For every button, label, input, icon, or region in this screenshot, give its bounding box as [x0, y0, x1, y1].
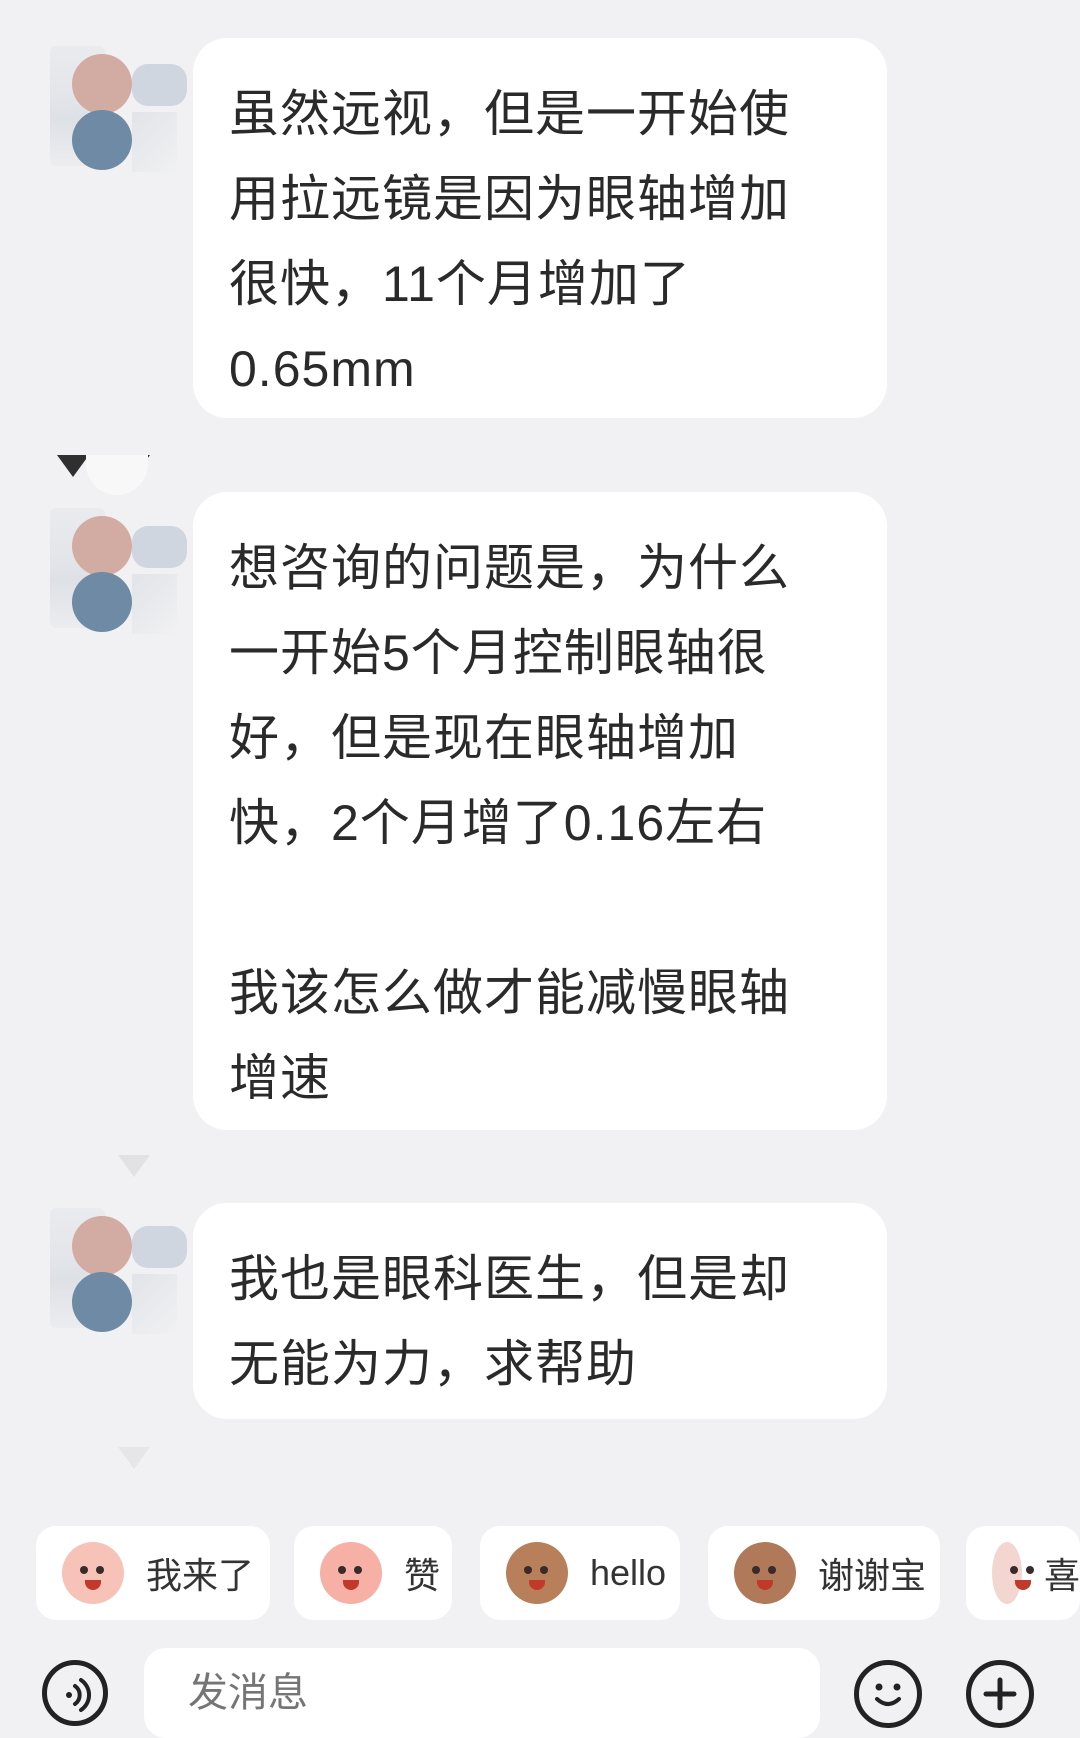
message-bubble[interactable]: 想咨询的问题是，为什么 一开始5个月控制眼轴很 好，但是现在眼轴增加 快，2个月…: [193, 492, 887, 1130]
input-bar: [0, 1648, 1080, 1738]
message-input[interactable]: [144, 1648, 820, 1738]
quick-reply-chip[interactable]: 我来了: [36, 1526, 270, 1620]
voice-icon: [66, 1678, 91, 1712]
avatar-decoration: [118, 1155, 150, 1177]
quick-reply-chip[interactable]: 喜: [966, 1526, 1080, 1620]
avatar-decoration: [86, 455, 148, 495]
emoji-icon: [875, 1683, 901, 1706]
monkey-sticker-icon: [506, 1542, 568, 1604]
avatar-decoration: [118, 1447, 150, 1469]
avatar[interactable]: [50, 46, 188, 172]
quick-reply-label: hello: [590, 1552, 667, 1593]
quick-reply-chip[interactable]: hello: [480, 1526, 680, 1620]
pink-sticker-icon: [320, 1542, 382, 1604]
avatar[interactable]: [50, 1208, 188, 1334]
quick-reply-label: 谢谢宝: [818, 1555, 927, 1596]
pink-sticker-icon: [62, 1542, 124, 1604]
emoji-button[interactable]: [854, 1660, 922, 1728]
voice-button[interactable]: [42, 1660, 108, 1726]
message-bubble[interactable]: 虽然远视，但是一开始使 用拉远镜是因为眼轴增加 很快，11个月增加了 0.65m…: [193, 38, 887, 418]
monkey-rose-sticker-icon: [734, 1542, 796, 1604]
avatar[interactable]: [50, 508, 188, 634]
quick-reply-chip[interactable]: 谢谢宝: [708, 1526, 940, 1620]
message-row-3: 我也是眼科医生，但是却 无能为力，求帮助: [0, 1203, 1080, 1419]
bottom-panel: 我来了 赞 hello 谢谢宝 喜: [0, 1490, 1080, 1738]
quick-reply-label: 我来了: [146, 1555, 255, 1596]
quick-reply-label: 赞: [404, 1555, 441, 1596]
quick-reply-label: 喜: [1043, 1555, 1080, 1596]
message-row-1: 虽然远视，但是一开始使 用拉远镜是因为眼轴增加 很快，11个月增加了 0.65m…: [0, 38, 1080, 418]
sheep-sticker-icon: [992, 1542, 1034, 1604]
plus-button[interactable]: [966, 1660, 1034, 1728]
message-bubble[interactable]: 我也是眼科医生，但是却 无能为力，求帮助: [193, 1203, 887, 1419]
plus-icon: [983, 1677, 1017, 1711]
quick-reply-chip[interactable]: 赞: [294, 1526, 452, 1620]
quick-reply-bar: 我来了 赞 hello 谢谢宝 喜: [36, 1526, 1080, 1622]
avatar-decoration: [57, 455, 89, 477]
message-row-2: 想咨询的问题是，为什么 一开始5个月控制眼轴很 好，但是现在眼轴增加 快，2个月…: [0, 492, 1080, 1130]
